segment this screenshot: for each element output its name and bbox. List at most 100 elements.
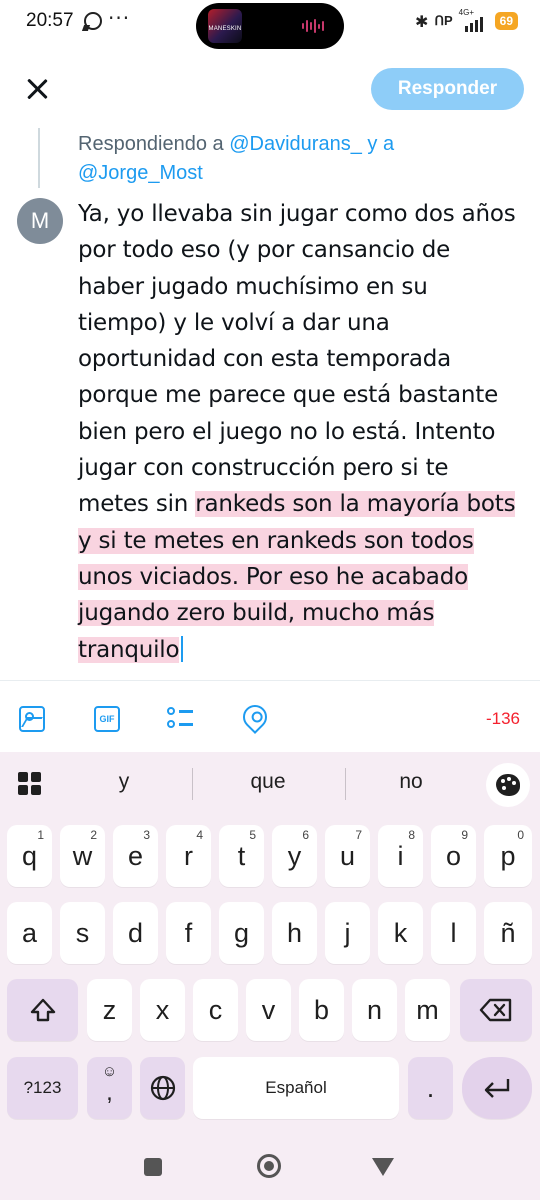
key-g[interactable]: g xyxy=(219,902,264,964)
recents-icon[interactable] xyxy=(144,1158,162,1176)
signal-icon: 4G+ xyxy=(458,8,489,32)
home-icon[interactable] xyxy=(257,1154,281,1178)
key-o[interactable]: o9 xyxy=(431,825,476,887)
status-time: 20:57 xyxy=(26,10,74,31)
text-line: oportunidad con esta temporada xyxy=(78,346,452,373)
key-v[interactable]: v xyxy=(246,979,291,1041)
close-icon[interactable] xyxy=(22,74,52,104)
text-line: por todo eso (y por cansancio de xyxy=(78,237,451,264)
key-q[interactable]: q1 xyxy=(7,825,52,887)
text-cursor xyxy=(181,635,184,662)
bluetooth-icon: ✱ xyxy=(415,11,429,31)
dynamic-island[interactable]: MANESKIN xyxy=(196,3,344,49)
replying-prefix: Respondiendo a xyxy=(78,133,230,155)
key-i[interactable]: i8 xyxy=(378,825,423,887)
key-m[interactable]: m xyxy=(405,979,450,1041)
globe-icon xyxy=(150,1075,175,1101)
key-j[interactable]: j xyxy=(325,902,370,964)
audio-waveform-icon xyxy=(302,18,328,34)
status-icons: ✱ ᑎP 4G+ 69 xyxy=(415,8,518,32)
key-a[interactable]: a xyxy=(7,902,52,964)
key-n[interactable]: n xyxy=(352,979,397,1041)
overflow-text: tranquilo xyxy=(78,636,180,663)
shift-icon xyxy=(30,998,55,1022)
key-e[interactable]: e3 xyxy=(113,825,158,887)
overflow-text: unos viciados. Por eso he acabado xyxy=(78,563,468,590)
mention-link[interactable]: @Jorge_Most xyxy=(78,162,203,184)
suggestion-divider xyxy=(345,768,346,800)
compose-textarea[interactable]: Ya, yo llevaba sin jugar como dos años p… xyxy=(78,196,528,668)
space-key[interactable]: Español xyxy=(193,1057,399,1119)
enter-icon xyxy=(484,1079,510,1098)
text-line: Ya, yo llevaba sin jugar como dos años xyxy=(78,201,516,227)
gif-icon[interactable]: GIF xyxy=(94,706,120,732)
key-k[interactable]: k xyxy=(378,902,423,964)
key-p[interactable]: p0 xyxy=(484,825,532,887)
network-type: 4G+ xyxy=(458,8,474,17)
overflow-text: y si te metes en rankeds son todos xyxy=(78,527,474,554)
mention-link[interactable]: @Davidurans_ xyxy=(229,133,362,155)
text-line: unos viciados. Por eso he acabado xyxy=(78,559,528,595)
poll-icon[interactable] xyxy=(167,706,193,732)
keyboard: y que no q1 w2 e3 r4 t5 y6 u7 i8 o9 p0 a… xyxy=(0,752,540,1128)
theme-palette-button[interactable] xyxy=(486,763,530,807)
text-line: bien pero el juego no lo está. Intento xyxy=(78,418,496,445)
album-art: MANESKIN xyxy=(208,9,242,43)
battery-indicator: 69 xyxy=(494,12,518,30)
suggestion-bar: y que no xyxy=(0,752,540,814)
backspace-key[interactable] xyxy=(460,979,532,1041)
earbuds-icon: ᑎP xyxy=(434,13,453,28)
album-art-label: MANESKIN xyxy=(208,26,242,32)
key-s[interactable]: s xyxy=(60,902,105,964)
backspace-icon xyxy=(479,998,512,1022)
key-d[interactable]: d xyxy=(113,902,158,964)
replying-connector: y a xyxy=(361,133,395,155)
text-line: porque me parece que está bastante xyxy=(78,382,499,409)
key-f[interactable]: f xyxy=(166,902,211,964)
text-line: metes sin rankeds son la mayoría bots xyxy=(78,486,528,522)
text-line: y si te metes en rankeds son todos xyxy=(78,523,528,559)
language-key[interactable] xyxy=(140,1057,185,1119)
palette-icon xyxy=(496,774,520,796)
apps-grid-icon[interactable] xyxy=(18,772,42,796)
overflow-text: rankeds son la mayoría bots xyxy=(195,491,516,518)
overflow-text: jugando zero build, mucho más xyxy=(78,600,435,627)
suggestion-divider xyxy=(192,768,193,800)
key-h[interactable]: h xyxy=(272,902,317,964)
key-b[interactable]: b xyxy=(299,979,344,1041)
key-r[interactable]: r4 xyxy=(166,825,211,887)
key-l[interactable]: l xyxy=(431,902,476,964)
compose-toolbar: GIF -136 xyxy=(0,700,540,738)
character-counter: -136 xyxy=(485,709,520,728)
text-line: jugando zero build, mucho más xyxy=(78,595,528,631)
enter-key[interactable] xyxy=(462,1057,532,1119)
shift-key[interactable] xyxy=(7,979,78,1041)
thread-connector xyxy=(38,128,40,188)
avatar[interactable]: M xyxy=(17,198,63,244)
suggestion[interactable]: y xyxy=(64,770,184,794)
key-z[interactable]: z xyxy=(87,979,132,1041)
status-bar: 20:57 ··· MANESKIN ✱ ᑎP 4G+ 69 xyxy=(0,0,540,49)
text-line: tranquilo xyxy=(78,632,528,668)
text-segment: metes sin xyxy=(78,491,196,518)
key-t[interactable]: t5 xyxy=(219,825,264,887)
key-x[interactable]: x xyxy=(140,979,185,1041)
suggestion[interactable]: no xyxy=(351,770,471,794)
location-icon[interactable] xyxy=(238,700,272,734)
key-w[interactable]: w2 xyxy=(60,825,105,887)
key-y[interactable]: y6 xyxy=(272,825,317,887)
system-nav-bar xyxy=(0,1128,540,1200)
key-ntilde[interactable]: ñ xyxy=(484,902,532,964)
period-key[interactable]: . xyxy=(408,1057,453,1119)
image-icon[interactable] xyxy=(19,706,45,732)
key-c[interactable]: c xyxy=(193,979,238,1041)
symbols-key[interactable]: ?123 xyxy=(7,1057,78,1119)
emoji-comma-key[interactable]: ☺ , xyxy=(87,1057,132,1119)
back-icon[interactable] xyxy=(372,1158,394,1176)
text-line: tiempo) y le volví a dar una xyxy=(78,309,390,336)
reply-button[interactable]: Responder xyxy=(371,68,524,110)
whatsapp-notification-icon xyxy=(84,12,102,30)
key-u[interactable]: u7 xyxy=(325,825,370,887)
text-line: jugar con construcción pero si te xyxy=(78,455,449,482)
suggestion[interactable]: que xyxy=(208,770,328,794)
